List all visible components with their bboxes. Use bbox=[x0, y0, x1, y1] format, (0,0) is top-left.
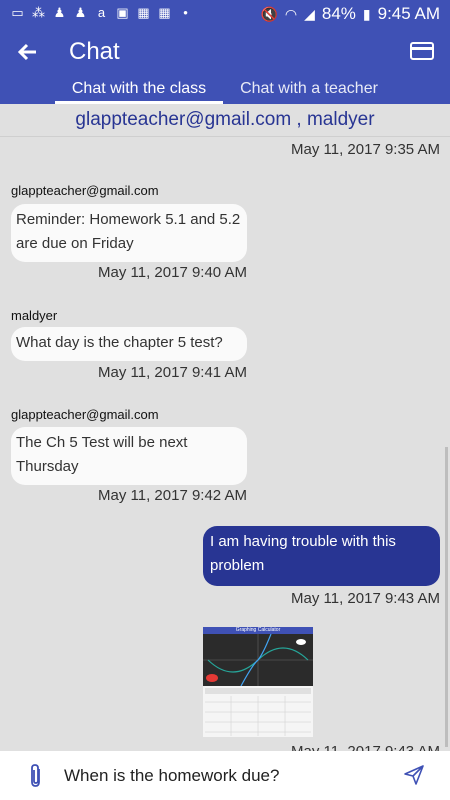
chess-pawn-icon: ♟ bbox=[74, 5, 87, 20]
graph-preview bbox=[203, 634, 313, 686]
message-timestamp: May 11, 2017 9:35 AM bbox=[291, 141, 440, 158]
chat-notification-icon: ▭ bbox=[11, 5, 24, 20]
clock: 9:45 AM bbox=[377, 4, 440, 23]
chat-list[interactable]: May 11, 2017 9:35 AM glappteacher@gmail.… bbox=[0, 137, 450, 751]
signal-icon: ◢ bbox=[304, 5, 315, 22]
calculator-icon: ▦ bbox=[137, 5, 150, 20]
send-icon[interactable] bbox=[402, 763, 426, 787]
mute-icon: 🔇 bbox=[260, 5, 278, 22]
calculator-icon: ▦ bbox=[158, 5, 171, 20]
app-bar: Chat Chat with the class Chat with a tea… bbox=[0, 28, 450, 104]
arrow-left-icon[interactable] bbox=[14, 38, 42, 66]
tab-chat-with-class[interactable]: Chat with the class bbox=[55, 80, 223, 98]
message-bubble[interactable]: Reminder: Homework 5.1 and 5.2 are due o… bbox=[11, 204, 247, 262]
message-text-line: I am having trouble with this bbox=[210, 533, 396, 550]
message-timestamp: May 11, 2017 9:41 AM bbox=[98, 364, 247, 381]
wifi-icon: ◠ bbox=[284, 5, 298, 22]
message-text-line: The Ch 5 Test will be next bbox=[16, 434, 188, 451]
grid-notification-icon: ⁂ bbox=[32, 5, 45, 20]
scrollbar[interactable] bbox=[445, 447, 448, 747]
message-sender: glappteacher@gmail.com bbox=[11, 183, 159, 198]
image-attachment[interactable]: Graphing Calculator bbox=[203, 627, 313, 737]
message-timestamp: May 11, 2017 9:42 AM bbox=[98, 487, 247, 504]
card-icon[interactable] bbox=[410, 42, 434, 60]
message-sender: maldyer bbox=[11, 308, 58, 323]
status-right: 🔇 ◠ ◢ 84% ▮ 9:45 AM bbox=[260, 4, 440, 24]
message-text-line: What day is the chapter 5 test? bbox=[16, 334, 223, 351]
paperclip-icon[interactable] bbox=[26, 763, 46, 789]
message-timestamp: May 11, 2017 9:40 AM bbox=[98, 264, 247, 281]
amazon-icon: a bbox=[97, 5, 106, 20]
more-dots-icon: • bbox=[183, 5, 188, 20]
tab-chat-with-teacher[interactable]: Chat with a teacher bbox=[228, 80, 390, 98]
status-bar: ▭ ⁂ ♟ ♟ a ▣ ▦ ▦ • 🔇 ◠ ◢ 84% ▮ 9:45 AM bbox=[0, 0, 450, 28]
battery-level: 84% bbox=[321, 4, 356, 23]
keypad-grid bbox=[205, 688, 311, 736]
keypad-preview bbox=[203, 686, 313, 737]
chess-pawn-icon: ♟ bbox=[53, 5, 66, 20]
message-sender: glappteacher@gmail.com bbox=[11, 407, 159, 422]
message-timestamp: May 11, 2017 9:43 AM bbox=[291, 743, 440, 751]
message-timestamp: May 11, 2017 9:43 AM bbox=[291, 590, 440, 607]
message-bubble[interactable]: What day is the chapter 5 test? bbox=[11, 327, 247, 361]
image-title: Graphing Calculator bbox=[235, 627, 281, 633]
message-text-line: Thursday bbox=[16, 458, 79, 475]
message-input[interactable] bbox=[64, 763, 384, 789]
message-bubble[interactable]: The Ch 5 Test will be next Thursday bbox=[11, 427, 247, 485]
gallery-icon: ▣ bbox=[116, 5, 129, 20]
image-titlebar: Graphing Calculator bbox=[203, 627, 313, 634]
message-text-line: problem bbox=[210, 557, 265, 574]
page-title: Chat bbox=[69, 38, 120, 65]
own-message-bubble[interactable]: I am having trouble with this problem bbox=[203, 526, 440, 586]
participants-header: glappteacher@gmail.com , maldyer bbox=[0, 104, 450, 137]
graph-plot bbox=[203, 634, 313, 686]
battery-icon: ▮ bbox=[362, 5, 371, 22]
message-text-line: are due on Friday bbox=[16, 235, 134, 252]
message-text-line: Reminder: Homework 5.1 and 5.2 bbox=[16, 211, 241, 228]
notification-icons: ▭ ⁂ ♟ ♟ a ▣ ▦ ▦ • bbox=[10, 5, 193, 21]
message-composer bbox=[0, 751, 450, 800]
